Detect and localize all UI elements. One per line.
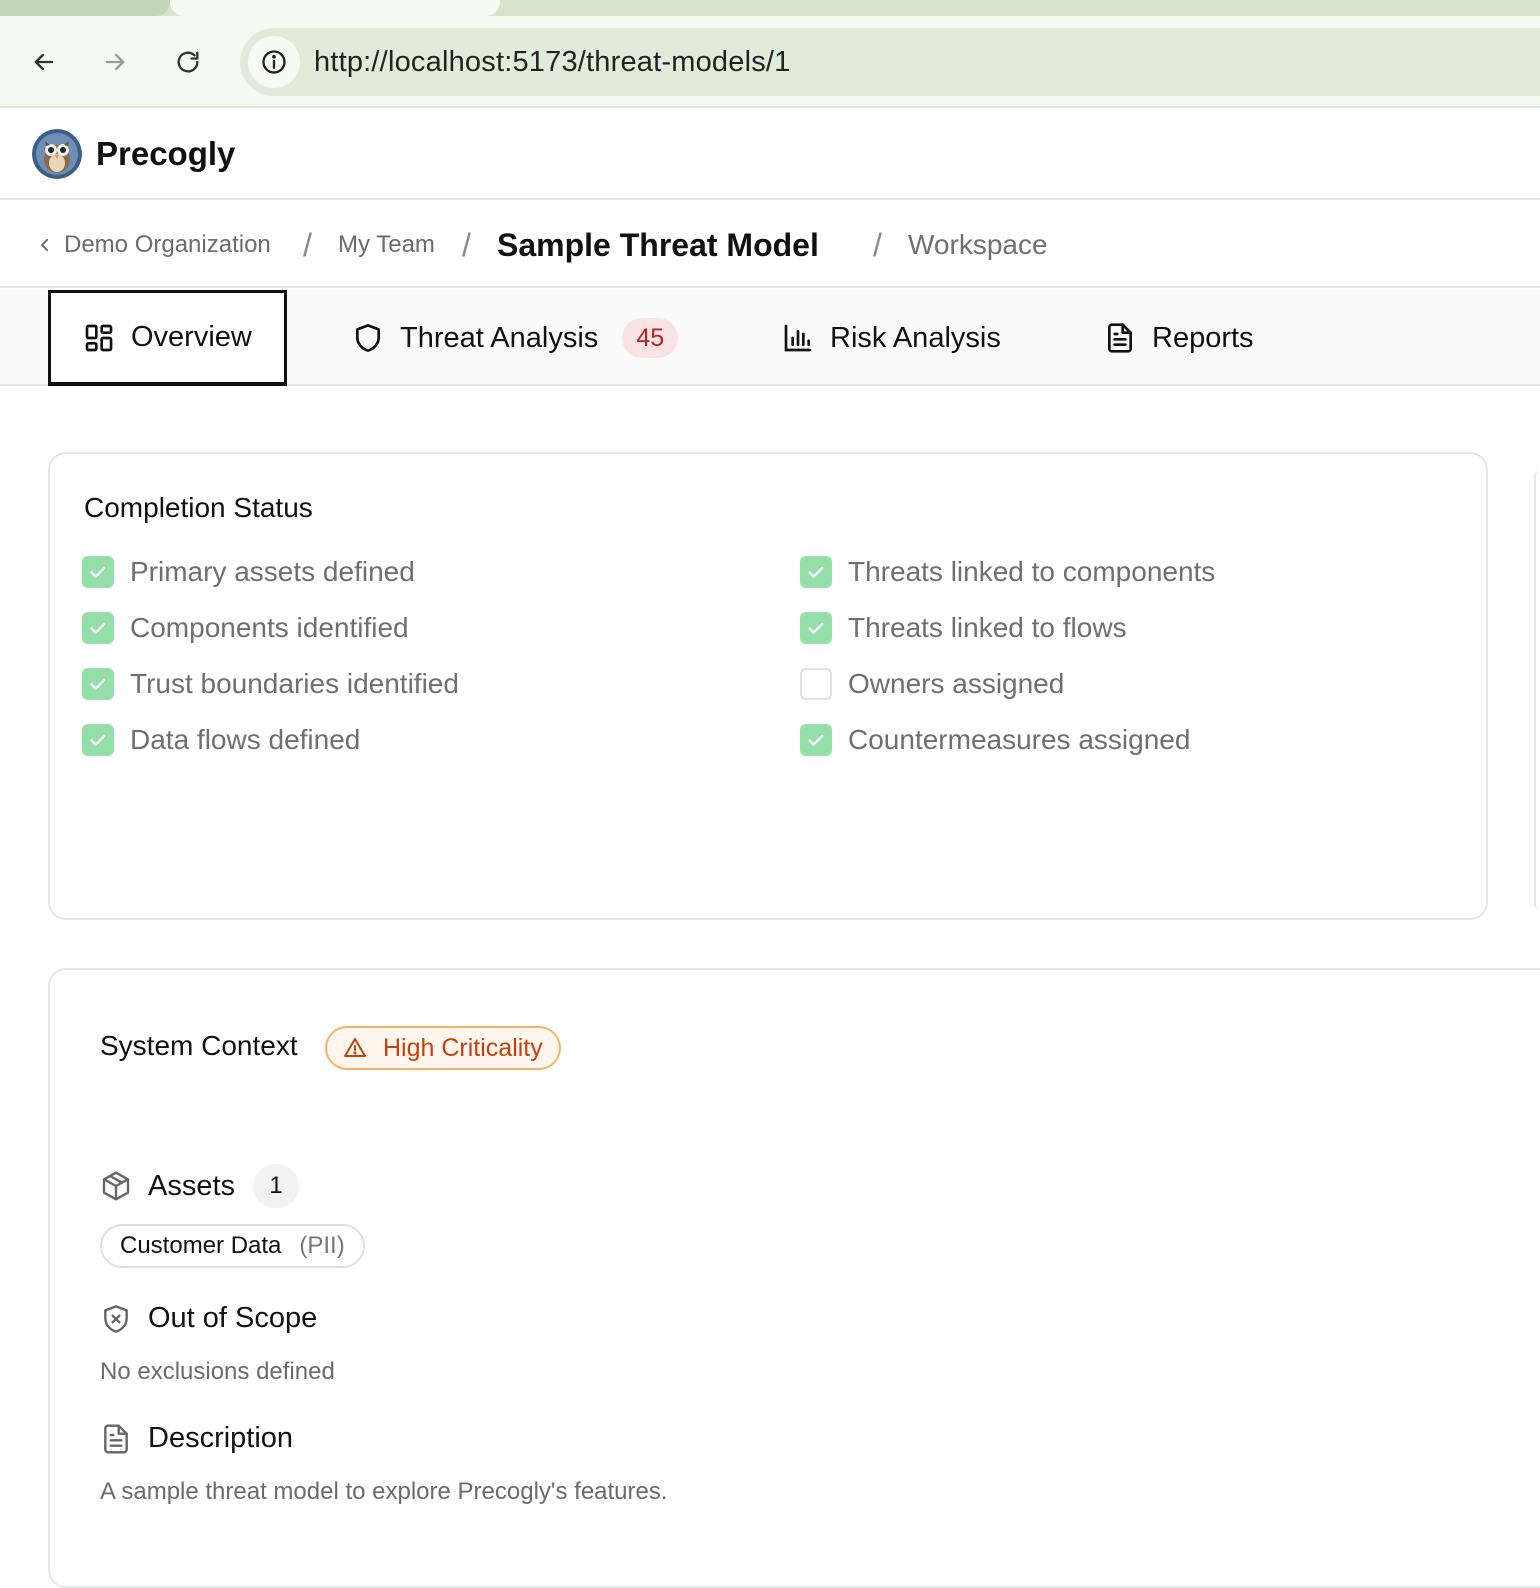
checkbox-checked[interactable] [800,556,832,588]
breadcrumb-workspace[interactable]: Workspace [908,202,1048,288]
checkbox-unchecked[interactable] [800,668,832,700]
checklist-label: Owners assigned [848,668,1065,699]
system-context-card: System Context High Criticality Assets 1… [48,968,1540,1588]
breadcrumb-separator: / [462,226,471,263]
document-icon [1108,323,1132,353]
chevron-left-icon [41,238,49,252]
check-icon [808,566,824,578]
check-icon [808,622,824,634]
asset-name: Customer Data [120,1232,282,1259]
brand-name[interactable]: Precogly [96,135,235,173]
package-icon [102,1171,130,1201]
checkbox-checked[interactable] [82,668,114,700]
checklist-label: Data flows defined [130,724,361,755]
tab-overview[interactable]: Overview [48,290,287,386]
asset-chip[interactable]: Customer Data (PII) [100,1224,365,1268]
checklist-label: Components identified [130,612,409,643]
tab-threat-analysis[interactable]: Threat Analysis 45 [352,290,679,386]
description-title: Description [148,1422,294,1454]
breadcrumb-current-model: Sample Threat Model [497,226,819,263]
breadcrumb-back[interactable] [36,202,54,288]
reload-icon [177,51,199,73]
layout-grid-icon [85,324,113,351]
criticality-label: High Criticality [383,1033,543,1062]
description-header: Description [100,1422,293,1455]
breadcrumb-separator: / [303,226,312,263]
checklist-item[interactable]: Owners assigned [800,666,1064,702]
breadcrumb: Demo Organization / My Team / Sample Thr… [0,202,1540,288]
out-of-scope-title: Out of Scope [148,1302,318,1334]
browser-tabstrip [0,0,1540,16]
asset-tag: (PII) [299,1232,345,1259]
criticality-badge: High Criticality [325,1026,561,1070]
check-icon [90,622,106,634]
back-button[interactable] [24,42,64,82]
warning-triangle-icon [344,1038,366,1057]
checklist-item[interactable]: Countermeasures assigned [800,722,1190,758]
owl-logo-icon[interactable] [32,129,82,179]
tab-threat-analysis-label: Threat Analysis [400,321,599,354]
tab-overview-label: Overview [131,321,252,353]
checklist-item[interactable]: Components identified [82,610,409,646]
threat-count-badge: 45 [622,318,679,358]
system-context-title: System Context [100,1030,298,1061]
breadcrumb-separator: / [873,226,882,263]
checklist-item[interactable]: Threats linked to flows [800,610,1127,646]
checklist-label: Threats linked to flows [848,612,1127,643]
app-header: Precogly [0,110,1540,200]
breadcrumb-team[interactable]: My Team [338,202,435,288]
document-icon [104,1423,128,1454]
address-bar[interactable]: http://localhost:5173/threat-models/1 [240,28,1540,96]
browser-tab-inactive[interactable] [0,0,170,16]
checklist-label: Trust boundaries identified [130,668,459,699]
tab-reports[interactable]: Reports [1104,290,1254,386]
site-info-icon [262,50,286,74]
url-text[interactable]: http://localhost:5173/threat-models/1 [314,46,791,79]
site-info-button[interactable] [248,36,300,88]
tab-bar: Overview Threat Analysis 45 Risk Analysi… [0,290,1540,386]
checkbox-checked[interactable] [82,556,114,588]
checklist-label: Threats linked to components [848,556,1216,587]
check-icon [90,566,106,578]
check-icon [90,734,106,746]
browser-toolbar: http://localhost:5173/threat-models/1 [0,16,1540,108]
assets-section-header: Assets 1 [100,1164,300,1208]
check-icon [808,734,824,746]
description-text: A sample threat model to explore Precogl… [100,1478,668,1505]
shield-x-icon [104,1304,128,1333]
tab-risk-analysis[interactable]: Risk Analysis [782,290,1001,386]
checkbox-checked[interactable] [800,612,832,644]
checklist-item[interactable]: Trust boundaries identified [82,666,459,702]
bar-chart-icon [784,324,812,352]
checkbox-checked[interactable] [82,612,114,644]
adjacent-card-edge [1534,470,1540,910]
back-arrow-icon [34,53,54,71]
checklist-item[interactable]: Primary assets defined [82,554,415,590]
out-of-scope-header: Out of Scope [100,1302,317,1335]
checklist-item[interactable]: Threats linked to components [800,554,1215,590]
breadcrumb-organization[interactable]: Demo Organization [64,202,271,288]
checkbox-checked[interactable] [800,724,832,756]
shield-icon [356,324,380,352]
reload-button[interactable] [168,42,208,82]
assets-count-badge: 1 [253,1164,300,1208]
forward-arrow-icon [105,53,125,71]
out-of-scope-text: No exclusions defined [100,1358,335,1385]
browser-tab-active[interactable] [170,0,500,16]
completion-status-title: Completion Status [84,492,313,523]
tab-risk-analysis-label: Risk Analysis [830,321,1001,354]
checklist-label: Primary assets defined [130,556,415,587]
checklist-item[interactable]: Data flows defined [82,722,360,758]
assets-title: Assets [148,1169,236,1202]
check-icon [90,678,106,690]
forward-button[interactable] [95,42,135,82]
completion-status-card: Completion Status Primary assets defined… [48,452,1488,920]
tab-reports-label: Reports [1152,321,1254,354]
checkbox-checked[interactable] [82,724,114,756]
checklist-label: Countermeasures assigned [848,724,1191,755]
